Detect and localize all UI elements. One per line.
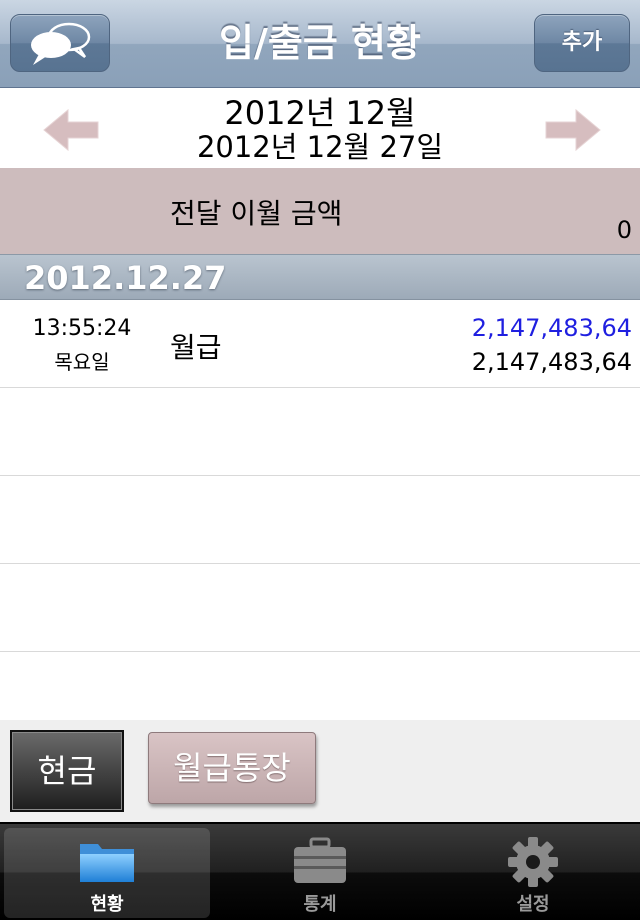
section-date: 2012.12.27 <box>24 259 227 297</box>
navigation-bar: 입/출금 현황 추가 <box>0 0 640 88</box>
current-date: 2012년 12월 27일 <box>196 130 444 164</box>
gear-icon <box>508 837 558 887</box>
page-title: 입/출금 현황 <box>219 21 421 65</box>
arrow-left-icon[interactable] <box>40 106 102 154</box>
empty-table-row <box>0 476 640 564</box>
folder-icon <box>80 844 134 882</box>
briefcase-icon <box>294 837 346 883</box>
tab-statistics-label: 통계 <box>303 894 337 915</box>
cash-account-button[interactable]: 현금 <box>10 730 124 812</box>
tab-bar: 현황 통계 설정 <box>0 822 640 920</box>
empty-table-row <box>0 564 640 652</box>
chat-button[interactable] <box>10 14 110 72</box>
arrow-right-icon[interactable] <box>542 106 604 154</box>
transaction-description: 월급 <box>170 331 222 364</box>
carryover-value: 0 <box>616 216 632 244</box>
transaction-table: 13:55:24 목요일 월급 2,147,483,64 2,147,483,6… <box>0 300 640 720</box>
month-header: 2012년 12월 2012년 12월 27일 <box>0 88 640 168</box>
transaction-time: 13:55:24 <box>32 316 132 341</box>
chat-bubbles-icon <box>31 22 91 65</box>
transaction-amount: 2,147,483,64 <box>471 314 632 342</box>
transaction-day: 목요일 <box>54 350 110 374</box>
tab-statistics[interactable]: 통계 <box>217 828 423 918</box>
account-selector: 현금 월급통장 <box>0 720 640 822</box>
tab-settings[interactable]: 설정 <box>430 828 636 918</box>
carryover-row: 전달 이월 금액 0 <box>0 168 640 254</box>
table-row[interactable]: 13:55:24 목요일 월급 2,147,483,64 2,147,483,6… <box>0 300 640 388</box>
carryover-label: 전달 이월 금액 <box>170 197 343 230</box>
empty-table-row <box>0 388 640 476</box>
salary-account-button[interactable]: 월급통장 <box>148 732 316 804</box>
tab-status[interactable]: 현황 <box>4 828 210 918</box>
tab-settings-label: 설정 <box>516 894 550 915</box>
date-section-header: 2012.12.27 <box>0 254 640 300</box>
transaction-balance: 2,147,483,64 <box>471 348 632 376</box>
add-button[interactable]: 추가 <box>534 14 630 72</box>
current-month: 2012년 12월 <box>224 94 416 132</box>
tab-status-label: 현황 <box>90 894 124 915</box>
